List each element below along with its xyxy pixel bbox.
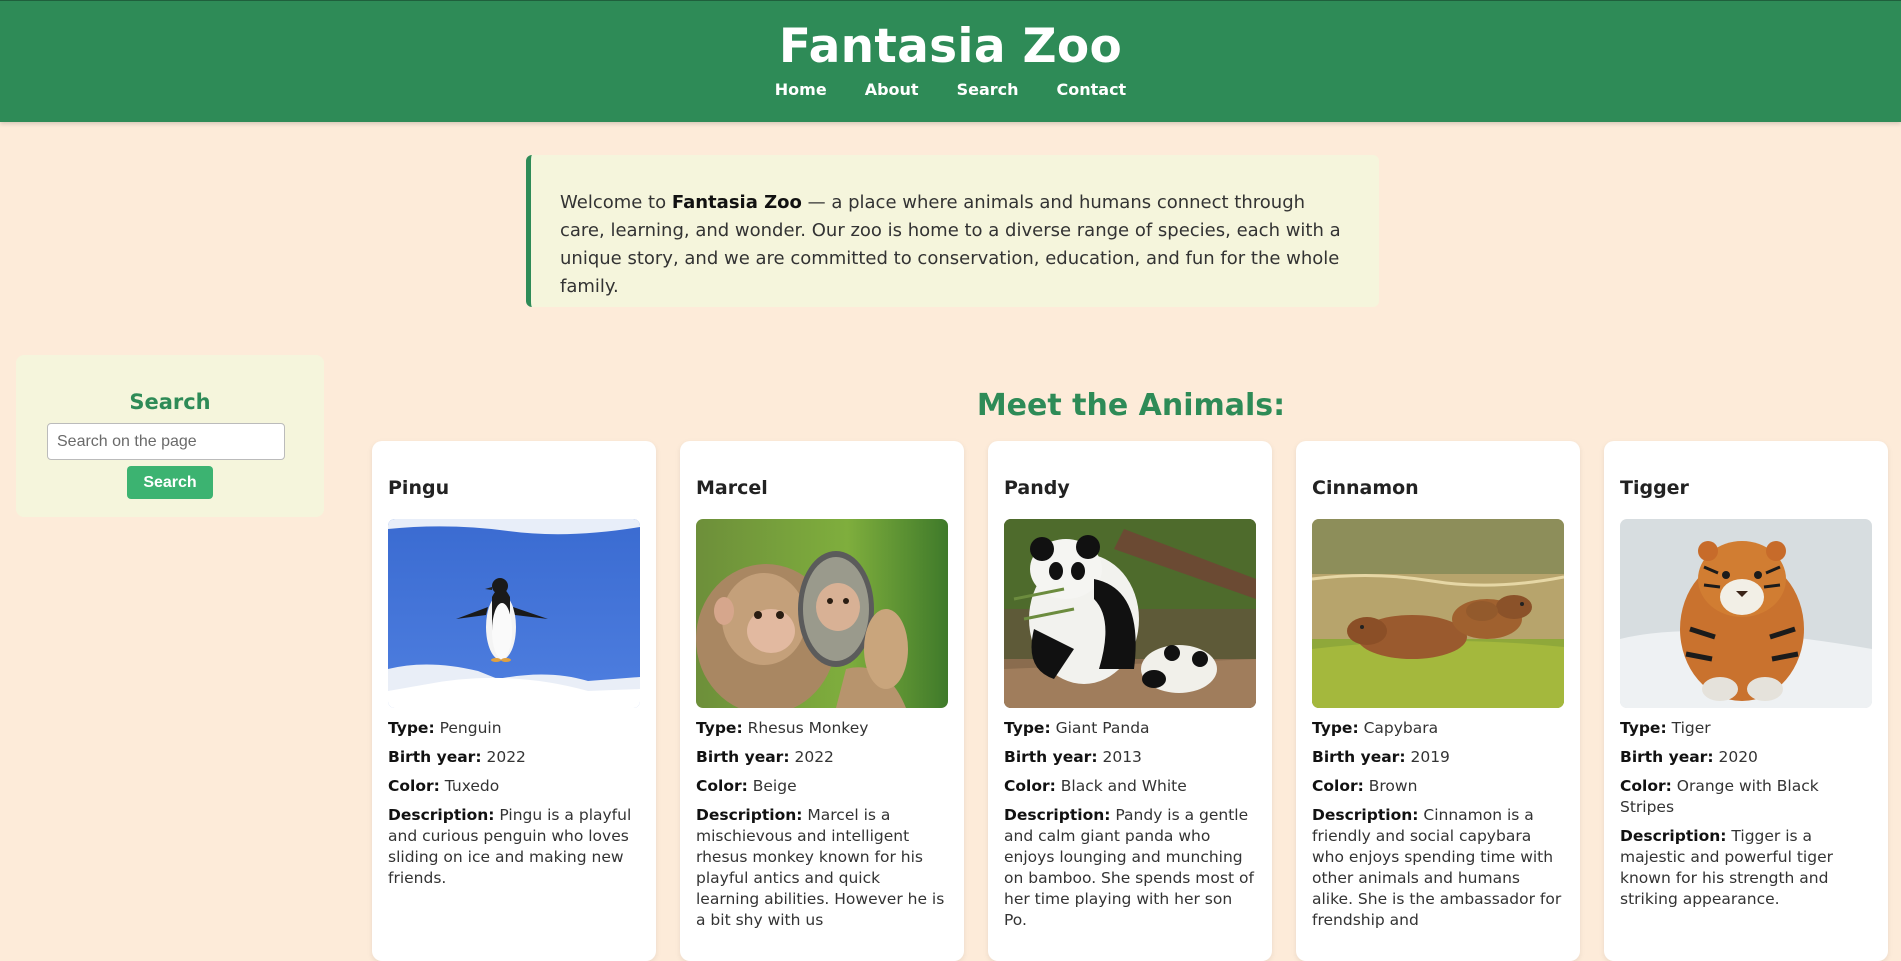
animal-card: Tigger Type: Tiger Birth year: 2020 Colo…: [1604, 441, 1888, 961]
animal-birth-year: 2022: [486, 748, 526, 766]
animal-card: Pandy Type: Giant Panda Birth year: 2013…: [988, 441, 1272, 961]
description-label: Description:: [388, 806, 495, 824]
animal-birth-year: 2022: [794, 748, 834, 766]
description-label: Description:: [696, 806, 803, 824]
animal-info: Type: Rhesus Monkey Birth year: 2022 Col…: [696, 718, 948, 939]
animal-info: Type: Tiger Birth year: 2020 Color: Oran…: [1620, 718, 1872, 918]
type-label: Type:: [1312, 719, 1359, 737]
birth-label: Birth year:: [1620, 748, 1714, 766]
description-label: Description:: [1620, 827, 1727, 845]
animal-type: Penguin: [439, 719, 502, 737]
search-button[interactable]: Search: [127, 466, 213, 499]
animal-color: Beige: [752, 777, 797, 795]
animal-color: Tuxedo: [444, 777, 500, 795]
search-sidebar: Search Search: [16, 355, 324, 517]
monkey-photo: [696, 519, 948, 708]
type-label: Type:: [696, 719, 743, 737]
site-header: Fantasia Zoo Home About Search Contact: [0, 0, 1901, 122]
animal-type: Rhesus Monkey: [747, 719, 869, 737]
animal-name: Pingu: [388, 477, 450, 499]
nav-contact-link[interactable]: Contact: [1038, 80, 1146, 99]
welcome-intro: Welcome to Fantasia Zoo — a place where …: [526, 155, 1379, 307]
color-label: Color:: [1312, 777, 1364, 795]
intro-prefix: Welcome to: [560, 192, 672, 213]
animal-name: Pandy: [1004, 477, 1070, 499]
penguin-photo: [388, 519, 640, 708]
color-label: Color:: [1004, 777, 1056, 795]
nav-search-link[interactable]: Search: [938, 80, 1038, 99]
animal-name: Marcel: [696, 477, 768, 499]
color-label: Color:: [1620, 777, 1672, 795]
animals-section-title: Meet the Animals:: [976, 388, 1286, 423]
animal-name: Cinnamon: [1312, 477, 1419, 499]
type-label: Type:: [1004, 719, 1051, 737]
capybara-photo: [1312, 519, 1564, 708]
birth-label: Birth year:: [1004, 748, 1098, 766]
animal-info: Type: Penguin Birth year: 2022 Color: Tu…: [388, 718, 640, 897]
nav-home-link[interactable]: Home: [756, 80, 846, 99]
birth-label: Birth year:: [696, 748, 790, 766]
main-nav: Home About Search Contact: [0, 80, 1901, 99]
animal-birth-year: 2020: [1718, 748, 1758, 766]
animal-birth-year: 2013: [1102, 748, 1142, 766]
animal-color: Brown: [1368, 777, 1418, 795]
description-label: Description:: [1004, 806, 1111, 824]
birth-label: Birth year:: [1312, 748, 1406, 766]
description-label: Description:: [1312, 806, 1419, 824]
tiger-photo: [1620, 519, 1872, 708]
type-label: Type:: [388, 719, 435, 737]
color-label: Color:: [388, 777, 440, 795]
animal-type: Giant Panda: [1055, 719, 1150, 737]
animal-type: Capybara: [1363, 719, 1439, 737]
animal-card: Pingu Type: Penguin Birth year: 2022 Col…: [372, 441, 656, 961]
type-label: Type:: [1620, 719, 1667, 737]
nav-about-link[interactable]: About: [846, 80, 938, 99]
animal-type: Tiger: [1671, 719, 1711, 737]
animal-color: Black and White: [1060, 777, 1187, 795]
animal-info: Type: Capybara Birth year: 2019 Color: B…: [1312, 718, 1564, 939]
intro-brand: Fantasia Zoo: [671, 192, 802, 213]
animal-info: Type: Giant Panda Birth year: 2013 Color…: [1004, 718, 1256, 939]
animal-card: Marcel Type: Rhesus Monkey Birth year: 2…: [680, 441, 964, 961]
animal-name: Tigger: [1620, 477, 1689, 499]
animal-card: Cinnamon Type: Capybara Birth year: 2019…: [1296, 441, 1580, 961]
color-label: Color:: [696, 777, 748, 795]
panda-photo: [1004, 519, 1256, 708]
birth-label: Birth year:: [388, 748, 482, 766]
search-input[interactable]: [47, 423, 285, 460]
animal-birth-year: 2019: [1410, 748, 1450, 766]
site-title: Fantasia Zoo: [778, 19, 1123, 74]
